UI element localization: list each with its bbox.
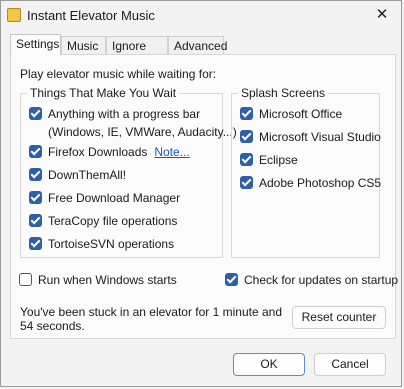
checkbox-label: TeraCopy file operations — [48, 214, 178, 228]
checkbox-label: Anything with a progress bar — [48, 107, 201, 121]
checkbox-label: Firefox Downloads — [48, 145, 148, 159]
checkbox-checked[interactable] — [29, 191, 42, 204]
checkbox-checked[interactable] — [29, 145, 42, 158]
ok-button[interactable]: OK — [233, 353, 305, 376]
checkbox-checked[interactable] — [29, 237, 42, 250]
group-splash-screens: Splash Screens Microsoft Office Microsof… — [231, 86, 382, 258]
app-icon — [7, 8, 21, 22]
checkbox-checked[interactable] — [240, 130, 253, 143]
group-things-that-make-you-wait: Things That Make You Wait Anything with … — [20, 86, 237, 258]
dialog-window: Instant Elevator Music ✕ Settings Music … — [0, 0, 402, 387]
checkbox-checked[interactable] — [29, 168, 42, 181]
tab-advanced[interactable]: Advanced — [168, 36, 227, 54]
tab-settings[interactable]: Settings — [10, 34, 61, 55]
checkbox-checked[interactable] — [240, 176, 253, 189]
title-bar: Instant Elevator Music ✕ — [1, 1, 401, 31]
checkbox-checked[interactable] — [29, 107, 42, 120]
checkbox-label: DownThemAll! — [48, 168, 127, 182]
cancel-button[interactable]: Cancel — [314, 353, 386, 376]
tab-ignore-list[interactable]: Ignore List — [106, 36, 168, 71]
checkbox-label: Adobe Photoshop CS5 — [259, 176, 382, 190]
checkbox-label: Microsoft Visual Studio — [259, 130, 381, 144]
settings-panel: Play elevator music while waiting for: T… — [10, 54, 399, 339]
checkbox-unchecked[interactable] — [19, 273, 32, 286]
close-icon[interactable]: ✕ — [369, 4, 395, 26]
group-title: Things That Make You Wait — [27, 86, 180, 100]
checkbox-label: Check for updates on startup — [244, 273, 399, 287]
checkbox-checked[interactable] — [29, 214, 42, 227]
checkbox-sublabel: (Windows, IE, VMWare, Audacity...) — [48, 125, 237, 139]
checkbox-label: TortoiseSVN operations — [48, 237, 175, 251]
reset-counter-button[interactable]: Reset counter — [292, 306, 386, 329]
checkbox-checked[interactable] — [240, 153, 253, 166]
note-link[interactable]: Note... — [154, 145, 189, 159]
stuck-timer-text: You've been stuck in an elevator for 1 m… — [20, 305, 283, 333]
window-title: Instant Elevator Music — [27, 8, 155, 23]
checkbox-checked[interactable] — [225, 273, 238, 286]
checkbox-label: Free Download Manager — [48, 191, 181, 205]
group-title: Splash Screens — [238, 86, 329, 100]
tab-music[interactable]: Music — [61, 36, 106, 54]
checkbox-label: Microsoft Office — [259, 107, 343, 121]
lead-text: Play elevator music while waiting for: — [20, 67, 217, 81]
checkbox-label: Eclipse — [259, 153, 298, 167]
checkbox-checked[interactable] — [240, 107, 253, 120]
checkbox-label: Run when Windows starts — [38, 273, 177, 287]
